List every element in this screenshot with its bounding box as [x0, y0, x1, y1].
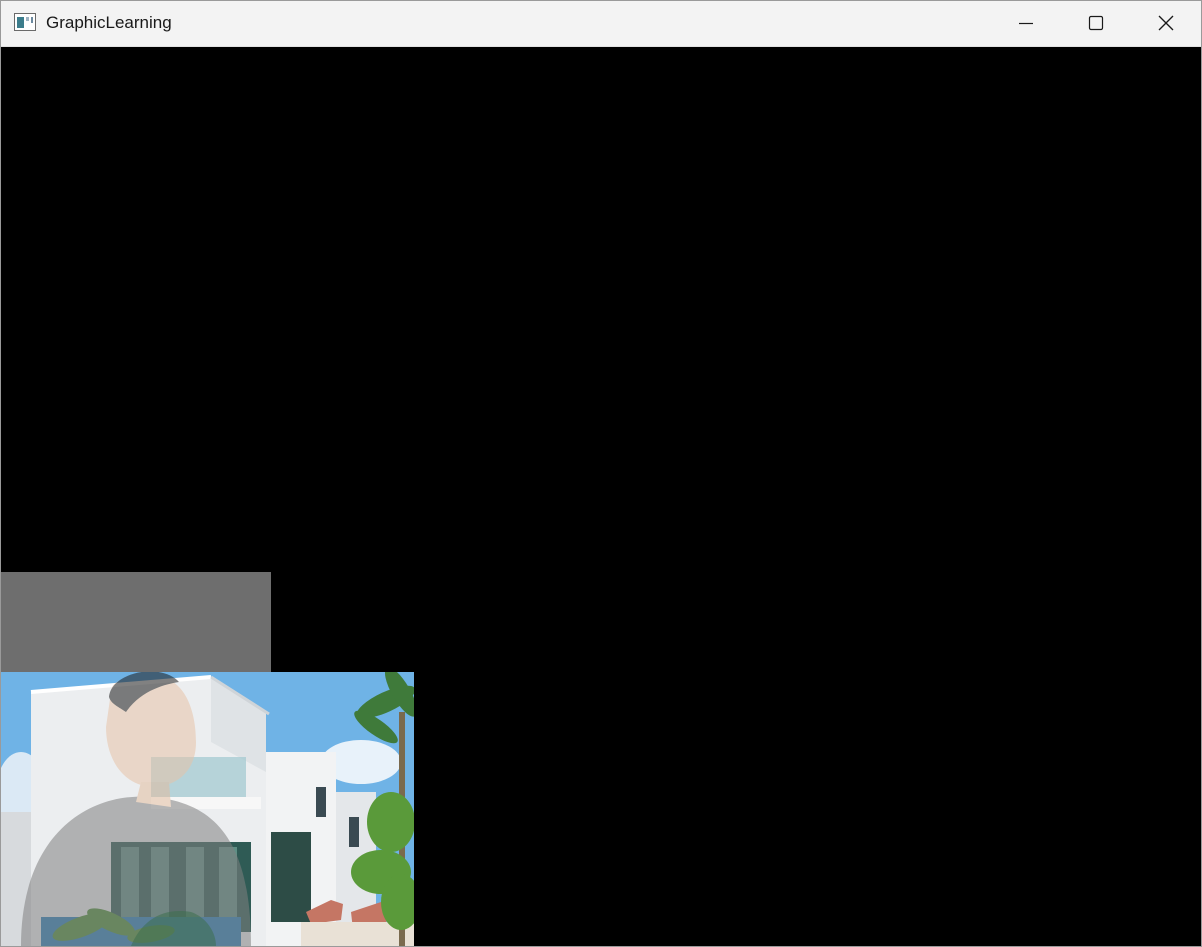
app-window-icon — [14, 13, 36, 31]
minimize-button[interactable] — [991, 1, 1061, 46]
window-title: GraphicLearning — [46, 13, 172, 32]
render-canvas[interactable] — [1, 47, 1201, 946]
blended-photo-texture — [1, 672, 414, 946]
maximize-icon — [1088, 15, 1104, 31]
maximize-button[interactable] — [1061, 1, 1131, 46]
title-bar[interactable]: GraphicLearning — [1, 1, 1201, 47]
minimize-icon — [1019, 22, 1033, 25]
app-window: GraphicLearning — [0, 0, 1202, 947]
close-button[interactable] — [1131, 1, 1201, 46]
textured-quad — [1, 672, 414, 946]
close-icon — [1158, 15, 1174, 31]
